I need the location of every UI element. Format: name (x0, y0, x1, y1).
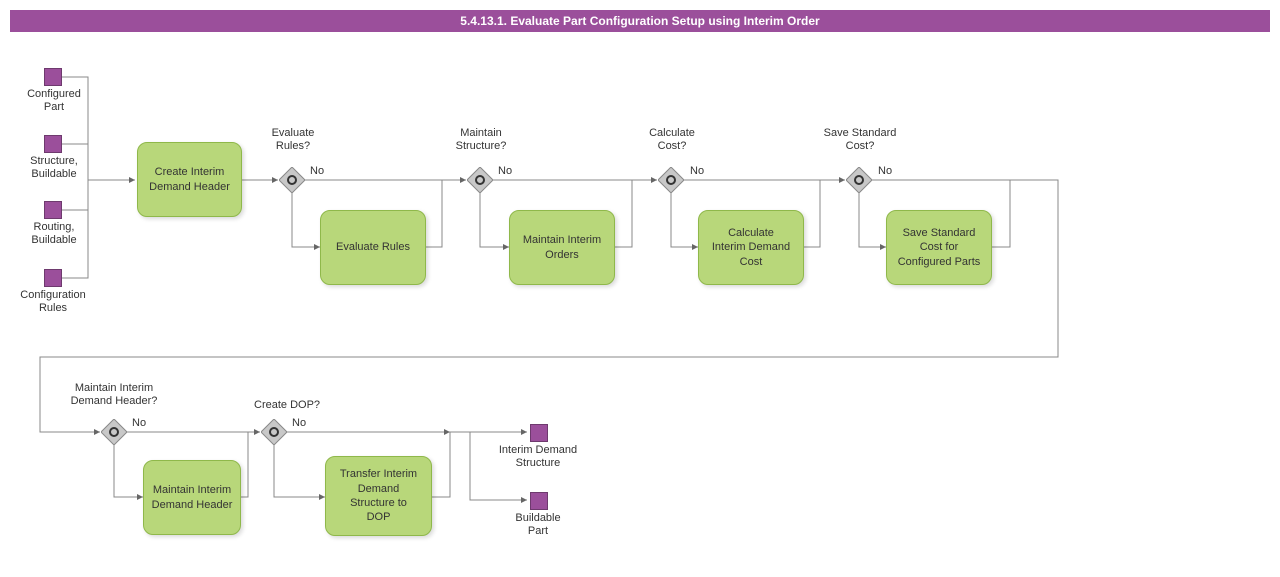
label-configuration-rules: ConfigurationRules (10, 289, 96, 315)
label-structure-buildable: Structure,Buildable (18, 155, 90, 181)
label-routing-buildable: Routing,Buildable (18, 221, 90, 247)
edge-no-3: No (690, 165, 704, 177)
task-calculate-interim-demand-cost: CalculateInterim DemandCost (698, 210, 804, 285)
gateway-label-maintain-header: Maintain InterimDemand Header? (54, 382, 174, 408)
data-object-structure-buildable (44, 135, 62, 153)
task-maintain-interim-demand-header: Maintain InterimDemand Header (143, 460, 241, 535)
gateway-maintain-interim-demand-header (101, 419, 127, 445)
task-save-standard-cost: Save StandardCost forConfigured Parts (886, 210, 992, 285)
edge-no-2: No (498, 165, 512, 177)
task-create-interim-demand-header: Create InterimDemand Header (137, 142, 242, 217)
gateway-label-create-dop: Create DOP? (254, 399, 334, 412)
task-transfer-to-dop: Transfer InterimDemandStructure toDOP (325, 456, 432, 536)
gateway-evaluate-rules (279, 167, 305, 193)
edge-no-1: No (310, 165, 324, 177)
label-buildable-part: BuildablePart (498, 512, 578, 538)
data-object-interim-demand-structure (530, 424, 548, 442)
diagram-canvas: ConfiguredPart Structure,Buildable Routi… (0, 32, 1280, 532)
label-interim-demand-structure: Interim DemandStructure (470, 444, 606, 470)
gateway-label-evaluate-rules: EvaluateRules? (258, 127, 328, 153)
data-object-routing-buildable (44, 201, 62, 219)
page-title: 5.4.13.1. Evaluate Part Configuration Se… (10, 10, 1270, 32)
edge-no-5: No (132, 417, 146, 429)
gateway-create-dop (261, 419, 287, 445)
data-object-buildable-part (530, 492, 548, 510)
task-evaluate-rules: Evaluate Rules (320, 210, 426, 285)
edge-no-4: No (878, 165, 892, 177)
task-maintain-interim-orders: Maintain InterimOrders (509, 210, 615, 285)
gateway-maintain-structure (467, 167, 493, 193)
label-configured-part: ConfiguredPart (18, 88, 90, 114)
gateway-calculate-cost (658, 167, 684, 193)
gateway-save-standard-cost (846, 167, 872, 193)
gateway-label-save-standard-cost: Save StandardCost? (812, 127, 908, 153)
edge-no-6: No (292, 417, 306, 429)
data-object-configured-part (44, 68, 62, 86)
data-object-configuration-rules (44, 269, 62, 287)
gateway-label-calculate-cost: CalculateCost? (636, 127, 708, 153)
gateway-label-maintain-structure: MaintainStructure? (444, 127, 518, 153)
